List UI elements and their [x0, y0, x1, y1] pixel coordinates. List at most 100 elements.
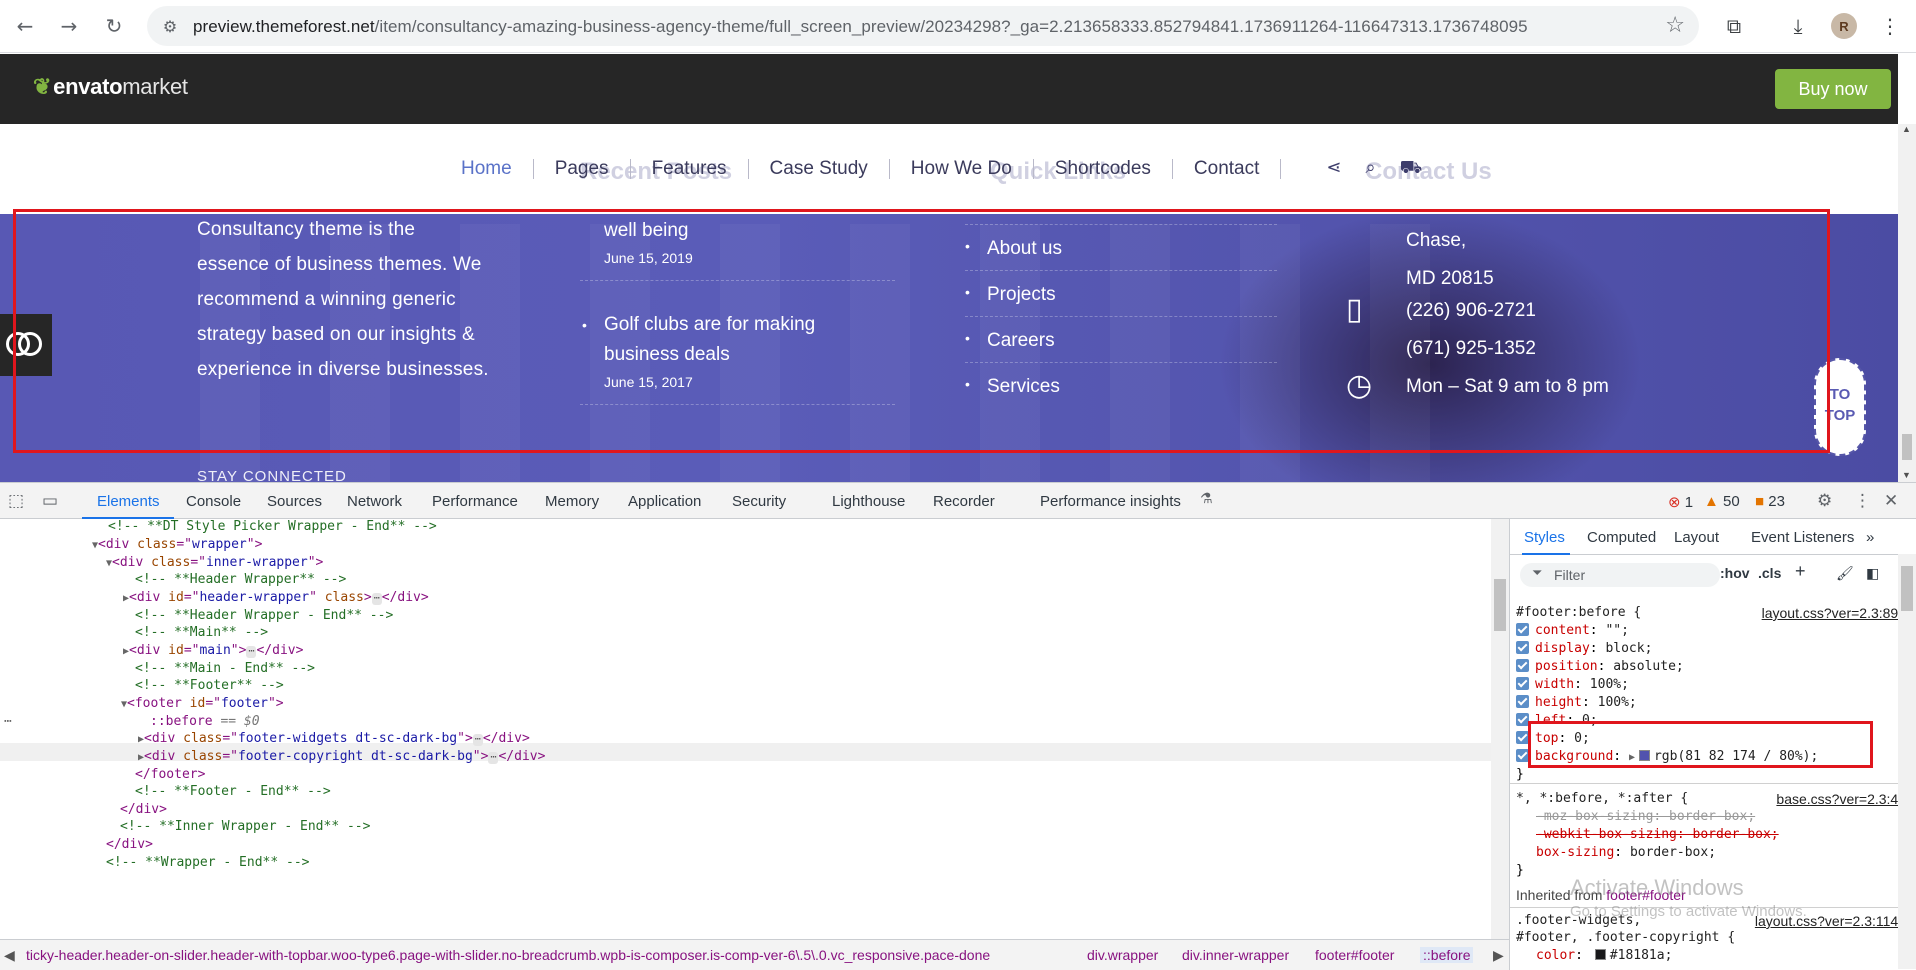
dom-line[interactable]: </footer> — [135, 767, 205, 782]
forward-icon[interactable]: → — [54, 11, 84, 41]
dom-line[interactable]: </div> — [106, 837, 153, 852]
nav-case-study[interactable]: Case Study — [749, 159, 890, 179]
breadcrumb-scroll-right-icon[interactable]: ▶ — [1493, 947, 1504, 964]
nav-pages[interactable]: Pages — [534, 159, 631, 179]
sidebar-toggle-icon[interactable]: ◧ — [1866, 565, 1879, 582]
search-icon[interactable]: ⌕ — [1366, 157, 1376, 181]
share-icon[interactable]: ⋖ — [1326, 157, 1341, 181]
css-property-row[interactable]: content: ""; — [1516, 623, 1629, 638]
browser-menu-icon[interactable]: ⋮ — [1875, 11, 1905, 41]
warning-count[interactable]: ▲ 50 — [1704, 493, 1740, 510]
tab-event-listeners[interactable]: Event Listeners — [1751, 529, 1854, 546]
styles-scrollbar[interactable] — [1898, 554, 1916, 969]
elements-scrollbar[interactable] — [1491, 519, 1509, 939]
property-checkbox[interactable] — [1516, 677, 1529, 690]
buy-now-button[interactable]: Buy now — [1775, 69, 1891, 109]
css-property-row[interactable]: box-sizing: border-box; — [1536, 845, 1716, 860]
rule-source-link[interactable]: base.css?ver=2.3:43 — [1776, 791, 1906, 807]
page-scrollbar[interactable]: ▲ ▼ — [1898, 124, 1916, 482]
dom-line-selected[interactable]: ::before == $0 — [150, 714, 260, 729]
dom-line[interactable]: ▶<div class="footer-copyright dt-sc-dark… — [138, 749, 545, 764]
css-property-row[interactable]: position: absolute; — [1516, 659, 1684, 674]
property-checkbox[interactable] — [1516, 623, 1529, 636]
cart-icon[interactable]: ⛟ — [1400, 157, 1423, 181]
new-rule-icon[interactable]: + — [1795, 561, 1806, 582]
css-property-row[interactable]: height: 100%; — [1516, 695, 1637, 710]
tab-console[interactable]: Console — [186, 493, 241, 510]
page-scrollbar-thumb[interactable] — [1902, 434, 1912, 460]
bookmark-star-icon[interactable]: ☆ — [1665, 13, 1685, 38]
address-bar[interactable]: ⚙ preview.themeforest.net/item/consultan… — [147, 6, 1699, 46]
tab-memory[interactable]: Memory — [545, 493, 599, 510]
dom-line[interactable]: <!-- **Footer** --> — [135, 678, 284, 693]
collapsed-ellipsis[interactable]: ⋯ — [371, 593, 382, 605]
scroll-up-icon[interactable]: ▲ — [1902, 124, 1911, 134]
rule-selector[interactable]: *, *:before, *:after { — [1516, 791, 1688, 806]
tab-styles[interactable]: Styles — [1524, 529, 1565, 546]
dom-line[interactable]: <!-- **Footer - End** --> — [135, 784, 331, 799]
breadcrumb-item[interactable]: div.wrapper — [1087, 947, 1158, 963]
tab-sources[interactable]: Sources — [267, 493, 322, 510]
styles-scrollbar-thumb[interactable] — [1901, 566, 1913, 611]
tab-performance[interactable]: Performance — [432, 493, 518, 510]
elements-scrollbar-thumb[interactable] — [1494, 579, 1506, 631]
dom-line[interactable]: </div> — [120, 802, 167, 817]
breadcrumb-item[interactable]: div.inner-wrapper — [1182, 947, 1289, 963]
dom-line[interactable]: <!-- **Main** --> — [135, 625, 268, 640]
nav-contact[interactable]: Contact — [1173, 159, 1282, 179]
nav-home[interactable]: Home — [440, 159, 534, 179]
envato-logo[interactable]: ❦envatomarket — [33, 74, 188, 100]
breadcrumb-item[interactable]: footer#footer — [1315, 947, 1394, 963]
css-property-row-overridden[interactable]: -webkit-box-sizing: border-box; — [1536, 827, 1779, 842]
scroll-down-icon[interactable]: ▼ — [1902, 470, 1911, 480]
dom-line[interactable]: ▼<div class="inner-wrapper"> — [106, 555, 323, 570]
error-count[interactable]: ⊗ 1 — [1668, 493, 1693, 511]
cls-toggle[interactable]: .cls — [1758, 565, 1781, 581]
dom-line[interactable]: ▼<footer id="footer"> — [121, 696, 284, 711]
css-property-row-overridden[interactable]: -moz-box-sizing: border-box; — [1536, 809, 1755, 824]
dom-line[interactable]: ▶<div id="header-wrapper" class> ⋯ </div> — [123, 590, 429, 605]
device-toolbar-icon[interactable]: ▭ — [42, 491, 58, 511]
inspect-element-icon[interactable]: ⬚ — [8, 491, 24, 511]
back-icon[interactable]: ← — [10, 11, 40, 41]
download-icon[interactable]: ⤓ — [1783, 11, 1813, 41]
dom-line[interactable]: <!-- **DT Style Picker Wrapper - End** -… — [108, 519, 437, 534]
rule-selector[interactable]: #footer:before { — [1516, 605, 1641, 620]
dom-line[interactable]: <!-- **Header Wrapper** --> — [135, 572, 346, 587]
more-tabs-icon[interactable]: » — [1866, 529, 1874, 546]
tab-lighthouse[interactable]: Lighthouse — [832, 493, 905, 510]
dom-line[interactable]: <!-- **Wrapper - End** --> — [106, 855, 310, 870]
tab-security[interactable]: Security — [732, 493, 786, 510]
css-property-row[interactable]: color: #18181a; — [1536, 948, 1672, 963]
paint-icon[interactable]: 🖌 — [1836, 565, 1854, 582]
site-info-icon[interactable]: ⚙ — [159, 15, 181, 37]
css-property-row[interactable]: display: block; — [1516, 641, 1652, 656]
tab-application[interactable]: Application — [628, 493, 701, 510]
url-text[interactable]: preview.themeforest.net/item/consultancy… — [193, 17, 1528, 37]
close-icon[interactable]: ✕ — [1884, 491, 1898, 511]
dom-line[interactable]: <!-- **Inner Wrapper - End** --> — [120, 819, 370, 834]
property-checkbox[interactable] — [1516, 659, 1529, 672]
tab-network[interactable]: Network — [347, 493, 402, 510]
tab-computed[interactable]: Computed — [1587, 529, 1656, 546]
collapsed-ellipsis[interactable]: ⋯ — [246, 646, 257, 658]
breadcrumb-scroll-left-icon[interactable]: ◀ — [4, 947, 15, 964]
rule-selector[interactable]: #footer, .footer-copyright { — [1516, 930, 1735, 945]
css-property-row[interactable]: width: 100%; — [1516, 677, 1629, 692]
dom-line[interactable]: <!-- **Header Wrapper - End** --> — [135, 608, 393, 623]
breadcrumb-item[interactable]: ticky-header.header-on-slider.header-wit… — [26, 947, 990, 963]
nav-features[interactable]: Features — [631, 159, 749, 179]
property-checkbox[interactable] — [1516, 695, 1529, 708]
color-swatch[interactable] — [1594, 949, 1606, 960]
dom-line[interactable]: ▼<div class="wrapper"> — [92, 537, 262, 552]
extensions-icon[interactable]: ⧉ — [1719, 11, 1749, 41]
nav-how-we-do[interactable]: How We Do — [890, 159, 1034, 179]
profile-avatar[interactable]: R — [1831, 13, 1857, 39]
tab-layout[interactable]: Layout — [1674, 529, 1719, 546]
devtools-more-icon[interactable]: ⋮ — [1854, 491, 1871, 511]
collapsed-ellipsis[interactable]: ⋯ — [488, 752, 499, 764]
dom-line[interactable]: ▶<div id="main"> ⋯ </div> — [123, 643, 303, 658]
tab-recorder[interactable]: Recorder — [933, 493, 995, 510]
hov-toggle[interactable]: :hov — [1720, 565, 1750, 581]
reload-icon[interactable]: ↻ — [99, 11, 129, 41]
